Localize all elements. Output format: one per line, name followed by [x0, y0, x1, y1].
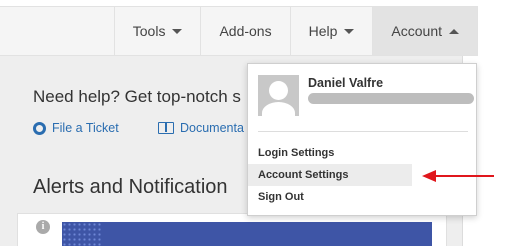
avatar-body-shape — [262, 102, 295, 116]
top-navbar: Tools Add-ons Help Account — [0, 6, 478, 56]
nav-account-label: Account — [391, 23, 442, 39]
nav-addons-link[interactable]: Add-ons — [200, 7, 289, 55]
nav-tools-label: Tools — [132, 23, 166, 39]
chevron-down-icon — [344, 28, 355, 34]
account-dropdown: Daniel Valfre Login Settings Account Set… — [247, 63, 477, 216]
book-icon — [158, 122, 174, 134]
chevron-down-icon — [172, 28, 183, 34]
menu-item-sign-out[interactable]: Sign Out — [248, 186, 412, 208]
avatar — [258, 75, 299, 116]
lifebuoy-icon — [33, 121, 46, 135]
documentation-label: Documenta — [180, 121, 244, 135]
nav-addons-label: Add-ons — [219, 23, 272, 39]
menu-item-account-settings[interactable]: Account Settings — [248, 164, 412, 186]
file-ticket-label: File a Ticket — [52, 121, 119, 135]
info-icon[interactable]: i — [36, 220, 50, 234]
file-ticket-link[interactable]: File a Ticket — [33, 121, 119, 135]
documentation-link[interactable]: Documenta — [158, 121, 244, 135]
alerts-card: i — [17, 213, 447, 246]
chevron-up-icon — [449, 28, 459, 34]
help-heading: Need help? Get top-notch s — [33, 87, 241, 106]
nav-account-menu[interactable]: Account — [372, 7, 477, 55]
redacted-email — [308, 93, 474, 104]
alert-banner[interactable] — [62, 222, 432, 246]
avatar-head-shape — [269, 81, 288, 100]
banner-pattern — [62, 222, 102, 246]
nav-help-label: Help — [308, 23, 338, 39]
nav-tools-menu[interactable]: Tools — [113, 7, 201, 55]
nav-help-menu[interactable]: Help — [289, 7, 373, 55]
user-name: Daniel Valfre — [308, 76, 384, 90]
annotation-arrow-icon — [422, 170, 494, 182]
menu-divider — [258, 131, 468, 132]
menu-item-login-settings[interactable]: Login Settings — [248, 142, 412, 164]
alerts-heading: Alerts and Notification — [33, 176, 228, 198]
